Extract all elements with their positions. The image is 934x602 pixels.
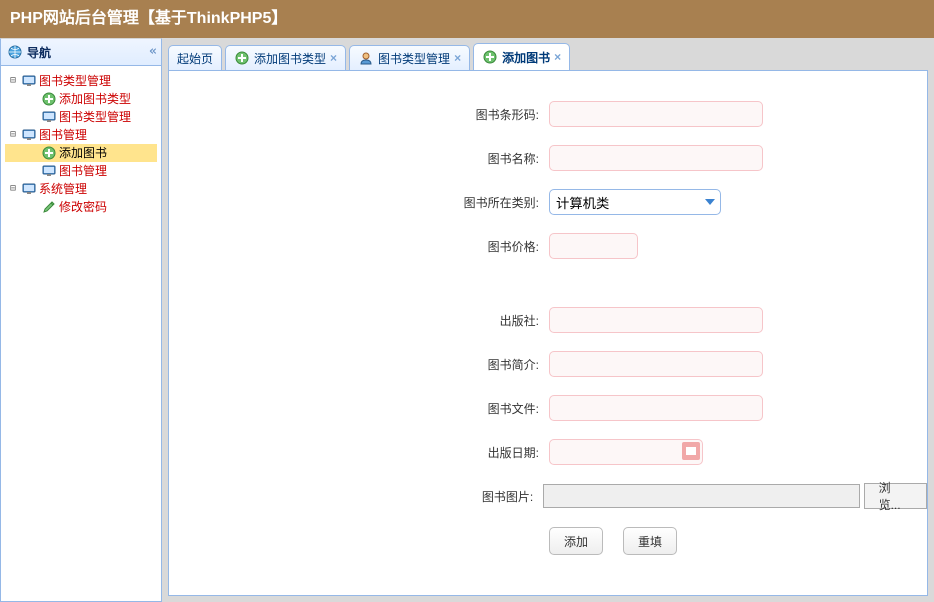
label-price: 图书价格:: [169, 238, 549, 255]
tab-content: 图书条形码: 图书名称: 图书所在类别: 图书价格: 出版社:: [168, 70, 928, 596]
close-icon[interactable]: ×: [554, 50, 561, 64]
tab-label: 起始页: [177, 50, 213, 67]
browse-button[interactable]: 浏览...: [864, 483, 927, 509]
tab[interactable]: 起始页: [168, 45, 222, 70]
label-intro: 图书简介:: [169, 356, 549, 373]
plus-icon: [234, 50, 250, 66]
label-pubdate: 出版日期:: [169, 444, 549, 461]
label-category: 图书所在类别:: [169, 194, 549, 211]
screen-icon: [41, 109, 57, 125]
input-publisher[interactable]: [549, 307, 763, 333]
label-publisher: 出版社:: [169, 312, 549, 329]
label-image: 图书图片:: [169, 488, 543, 505]
plus-icon: [482, 49, 498, 65]
screen-icon: [21, 181, 37, 197]
tab-label: 添加图书类型: [254, 50, 326, 67]
tab[interactable]: 添加图书类型 ×: [225, 45, 346, 70]
sidebar-title: 导航: [27, 44, 51, 61]
app-header: PHP网站后台管理【基于ThinkPHP5】: [0, 0, 934, 38]
close-icon[interactable]: ×: [454, 51, 461, 65]
tree-group[interactable]: ⊟ 图书管理: [5, 126, 157, 144]
nav-tree: ⊟ 图书类型管理添加图书类型图书类型管理 ⊟ 图书管理添加图书图书管理 ⊟ 系统管理修改密…: [1, 66, 161, 222]
input-price[interactable]: [549, 233, 638, 259]
tree-item[interactable]: 图书类型管理: [5, 108, 157, 126]
input-name[interactable]: [549, 145, 763, 171]
collapse-icon[interactable]: «: [149, 44, 157, 59]
input-file[interactable]: [549, 395, 763, 421]
close-icon[interactable]: ×: [330, 51, 337, 65]
screen-icon: [21, 127, 37, 143]
tab-label: 添加图书: [502, 49, 550, 66]
pencil-icon: [41, 199, 57, 215]
tree-item[interactable]: 修改密码: [5, 198, 157, 216]
add-book-form: 图书条形码: 图书名称: 图书所在类别: 图书价格: 出版社:: [169, 71, 927, 555]
tree-group[interactable]: ⊟ 图书类型管理: [5, 72, 157, 90]
collapse-toggle-icon[interactable]: ⊟: [5, 180, 21, 198]
input-intro[interactable]: [549, 351, 763, 377]
plus-icon: [41, 91, 57, 107]
collapse-toggle-icon[interactable]: ⊟: [5, 126, 21, 144]
tree-item-label: 图书管理: [59, 162, 107, 180]
screen-icon: [41, 163, 57, 179]
tab[interactable]: 添加图书 ×: [473, 43, 570, 70]
tree-item[interactable]: 图书管理: [5, 162, 157, 180]
file-path-display: [543, 484, 859, 508]
app-title: PHP网站后台管理【基于ThinkPHP5】: [10, 10, 287, 27]
label-name: 图书名称:: [169, 150, 549, 167]
globe-icon: [7, 44, 23, 60]
input-pubdate[interactable]: [549, 439, 703, 465]
calendar-icon[interactable]: [682, 442, 700, 460]
tab-label: 图书类型管理: [378, 50, 450, 67]
submit-button[interactable]: 添加: [549, 527, 603, 555]
tree-item-label: 图书类型管理: [59, 108, 131, 126]
tree-item-label: 添加图书类型: [59, 90, 131, 108]
tree-item[interactable]: 添加图书: [5, 144, 157, 162]
collapse-toggle-icon[interactable]: ⊟: [5, 72, 21, 90]
tab[interactable]: 图书类型管理 ×: [349, 45, 470, 70]
label-barcode: 图书条形码:: [169, 106, 549, 123]
select-category[interactable]: [549, 189, 721, 215]
tree-group-label: 图书管理: [39, 126, 87, 144]
tree-group-label: 系统管理: [39, 180, 87, 198]
tree-item-label: 添加图书: [59, 144, 107, 162]
user-icon: [358, 50, 374, 66]
main-area: 起始页 添加图书类型 × 图书类型管理 × 添加图书 × 图书条形码: 图书名称: 图书所在…: [162, 38, 934, 602]
tree-group-label: 图书类型管理: [39, 72, 111, 90]
reset-button[interactable]: 重填: [623, 527, 677, 555]
sidebar: 导航 « ⊟ 图书类型管理添加图书类型图书类型管理 ⊟ 图书管理添加图书图书管理 ⊟ 系统…: [0, 38, 162, 602]
sidebar-header: 导航 «: [1, 39, 161, 66]
plus-icon: [41, 145, 57, 161]
screen-icon: [21, 73, 37, 89]
label-file: 图书文件:: [169, 400, 549, 417]
tree-item-label: 修改密码: [59, 198, 107, 216]
tree-group[interactable]: ⊟ 系统管理: [5, 180, 157, 198]
input-barcode[interactable]: [549, 101, 763, 127]
tab-bar: 起始页 添加图书类型 × 图书类型管理 × 添加图书 ×: [168, 44, 928, 70]
tree-item[interactable]: 添加图书类型: [5, 90, 157, 108]
